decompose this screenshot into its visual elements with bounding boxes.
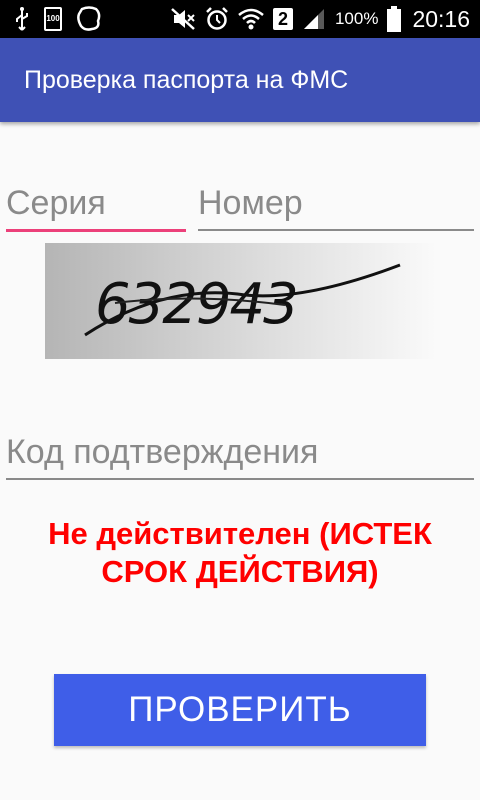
- result-line-1: Не действителен (ИСТЕК: [48, 516, 432, 551]
- number-input[interactable]: Номер: [198, 181, 474, 231]
- check-button[interactable]: ПРОВЕРИТЬ: [54, 674, 426, 746]
- series-input[interactable]: Серия: [6, 181, 186, 232]
- sim-icon: 2: [272, 8, 293, 30]
- app-bar: Проверка паспорта на ФМС: [0, 38, 480, 122]
- captcha-image: 632943: [45, 243, 437, 359]
- number-placeholder: Номер: [198, 184, 303, 222]
- series-placeholder: Серия: [6, 184, 106, 222]
- alarm-icon: [205, 7, 229, 31]
- signal-icon: [302, 7, 326, 31]
- confirmation-code-placeholder: Код подтверждения: [6, 433, 319, 471]
- battery-small-icon: 100: [44, 7, 62, 31]
- status-bar-right: 2 100% 20:16: [170, 0, 470, 38]
- mute-icon: [170, 7, 196, 31]
- page-title: Проверка паспорта на ФМС: [24, 66, 349, 94]
- status-bar: 100 2 100% 20:16: [0, 0, 480, 38]
- status-bar-left: 100: [14, 0, 102, 38]
- result-status-text: Не действителен (ИСТЕК СРОК ДЕЙСТВИЯ): [0, 515, 480, 591]
- battery-icon: [387, 6, 402, 32]
- clock-time: 20:16: [412, 5, 470, 32]
- battery-percent: 100%: [334, 9, 379, 28]
- result-line-2: СРОК ДЕЙСТВИЯ): [101, 554, 379, 589]
- wifi-icon: [238, 7, 264, 31]
- captcha-text: 632943: [95, 272, 297, 337]
- app-notification-icon: [76, 6, 102, 32]
- confirmation-code-input[interactable]: Код подтверждения: [6, 430, 474, 480]
- usb-icon: [14, 7, 30, 31]
